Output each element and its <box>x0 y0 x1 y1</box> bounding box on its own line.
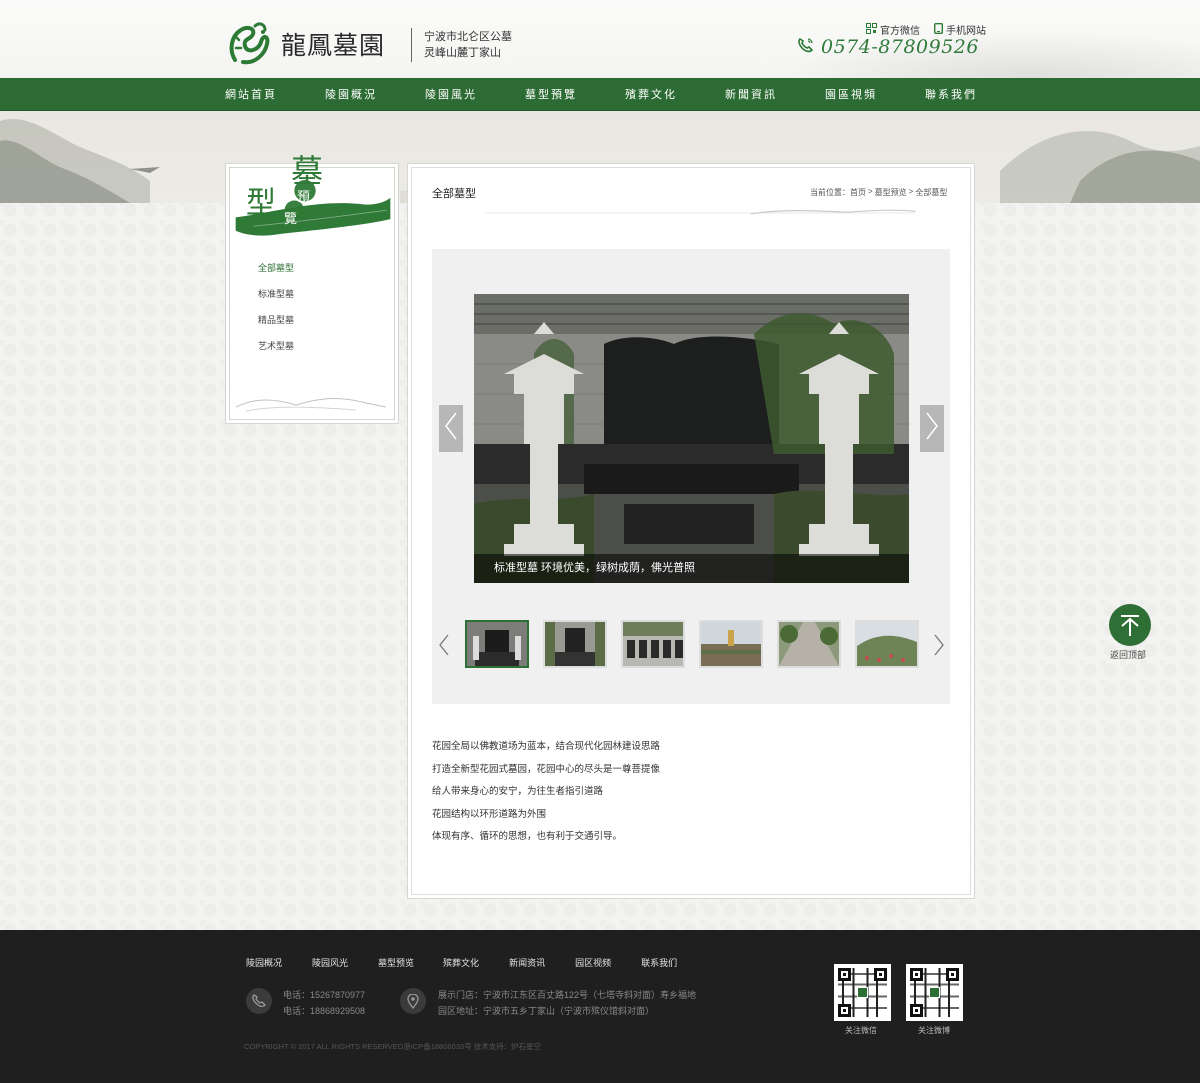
footer-link-overview[interactable]: 陵园概况 <box>246 956 282 969</box>
chevron-left-icon <box>445 412 457 445</box>
footer-addresses: 展示门店：宁波市江东区百丈路122号（七塔寺斜对面）寿乡福地 园区地址：宁波市五… <box>438 990 697 1016</box>
thumbnail[interactable] <box>699 620 763 668</box>
sidebar-menu: 全部墓型 标准型墓 精品型墓 艺术型墓 <box>225 258 399 362</box>
back-to-top-button[interactable]: 返回顶部 <box>1109 604 1151 662</box>
qrcode-icon <box>866 22 877 37</box>
dragon-logo-icon <box>225 20 273 68</box>
footer-link-tomb-preview[interactable]: 墓型预览 <box>378 956 414 969</box>
thumbs-next-button[interactable] <box>933 634 945 656</box>
nav-item-tomb-preview[interactable]: 墓型預覽 <box>525 78 625 111</box>
thumbnail[interactable] <box>543 620 607 668</box>
prev-photo-button[interactable] <box>439 405 463 452</box>
slogan: 宁波市北仑区公墓 灵峰山麓丁家山 <box>424 31 512 59</box>
chevron-right-icon <box>934 634 944 656</box>
breadcrumb-current-label[interactable]: 当前位置：首页 <box>810 187 866 198</box>
mobile-site-link[interactable]: 手机网站 <box>933 22 986 37</box>
phone-icon <box>797 37 815 58</box>
phone-icon <box>246 988 272 1014</box>
nav-item-funeral-culture[interactable]: 殯葬文化 <box>625 78 725 111</box>
nav-item-home[interactable]: 網站首頁 <box>225 78 325 111</box>
page-title: 全部墓型 <box>432 188 476 200</box>
footer-phones: 电话：15267870977 电话：18868929508 <box>283 990 366 1016</box>
footer-link-scenery[interactable]: 陵园风光 <box>312 956 348 969</box>
breadcrumb-tomb-preview[interactable]: 墓型预览 <box>875 187 907 198</box>
thumbs-prev-button[interactable] <box>438 634 450 656</box>
chevron-left-icon <box>439 634 449 656</box>
photo-caption: 标准型墓 环境优美，绿树成荫，佛光普照 <box>474 554 909 583</box>
footer-link-news[interactable]: 新闻资讯 <box>509 956 545 969</box>
sidebar-title-char3: 預 <box>297 190 311 205</box>
thumbnail[interactable] <box>465 620 529 668</box>
footer-link-contact[interactable]: 联系我们 <box>641 956 677 969</box>
mobile-icon <box>933 22 943 37</box>
nav-item-news[interactable]: 新聞資訊 <box>725 78 825 111</box>
logo-divider <box>411 28 412 62</box>
sidebar-item-premium[interactable]: 精品型墓 <box>225 310 399 336</box>
thumbnail[interactable] <box>855 620 919 668</box>
qrcode-label-wechat: 关注微信 <box>845 1026 877 1035</box>
wechat-link[interactable]: 官方微信 <box>866 22 920 37</box>
footer-link-video[interactable]: 园区视频 <box>575 956 611 969</box>
breadcrumb-separator: > <box>868 187 873 196</box>
nav-item-video[interactable]: 園區視頻 <box>825 78 925 111</box>
sidebar-item-all[interactable]: 全部墓型 <box>225 258 399 284</box>
site-logo[interactable]: 龍鳳墓園 <box>225 20 405 68</box>
phone-number: 0574-87809526 <box>821 36 979 58</box>
copyright: COPYRIGHT © 2017 ALL RIGHTS RESERVED浙ICP… <box>244 1042 542 1051</box>
thumbnail[interactable] <box>621 620 685 668</box>
logo-text: 龍鳳墓園 <box>281 31 386 60</box>
top-links: 官方微信 手机网站 <box>866 22 986 37</box>
footer-nav: 陵园概况 陵园风光 墓型预览 殡葬文化 新闻资讯 园区视频 联系我们 <box>246 956 707 969</box>
phone-hotline: 0574-87809526 <box>797 36 979 58</box>
thumbnail-strip <box>465 620 919 668</box>
breadcrumb-all[interactable]: 全部墓型 <box>915 187 947 198</box>
footer-link-funeral-culture[interactable]: 殡葬文化 <box>443 956 479 969</box>
sidebar-item-art[interactable]: 艺术型墓 <box>225 336 399 362</box>
qrcode-label-weibo: 关注微博 <box>918 1026 950 1035</box>
main-photo[interactable] <box>474 294 909 583</box>
nav-item-scenery[interactable]: 陵園風光 <box>425 78 525 111</box>
next-photo-button[interactable] <box>920 405 944 452</box>
header <box>0 0 1200 78</box>
title-divider <box>485 209 916 215</box>
sidebar-title-char2: 型 <box>246 186 276 221</box>
nav-item-overview[interactable]: 陵園概況 <box>325 78 425 111</box>
arrow-up-icon <box>1109 604 1151 646</box>
thumbnail[interactable] <box>777 620 841 668</box>
breadcrumb-separator: > <box>908 187 914 196</box>
description: 花园全局以佛教道场为蓝本，结合现代化园林建设思路 打造全新型花园式墓园，花园中心… <box>432 741 661 842</box>
sidebar-title-char4: 覽 <box>284 212 298 227</box>
nav-item-contact[interactable]: 聯系我們 <box>925 78 1025 111</box>
breadcrumb: 当前位置：首页 > 墓型预览 > 全部墓型 <box>810 187 947 198</box>
main-nav: 網站首頁 陵園概況 陵園風光 墓型預覽 殯葬文化 新聞資訊 園區視頻 聯系我們 <box>0 78 1200 111</box>
weibo-qrcode <box>906 964 963 1021</box>
wechat-qrcode <box>834 964 891 1021</box>
sidebar-item-standard[interactable]: 标准型墓 <box>225 284 399 310</box>
chevron-right-icon <box>926 412 938 445</box>
location-icon <box>400 988 426 1014</box>
